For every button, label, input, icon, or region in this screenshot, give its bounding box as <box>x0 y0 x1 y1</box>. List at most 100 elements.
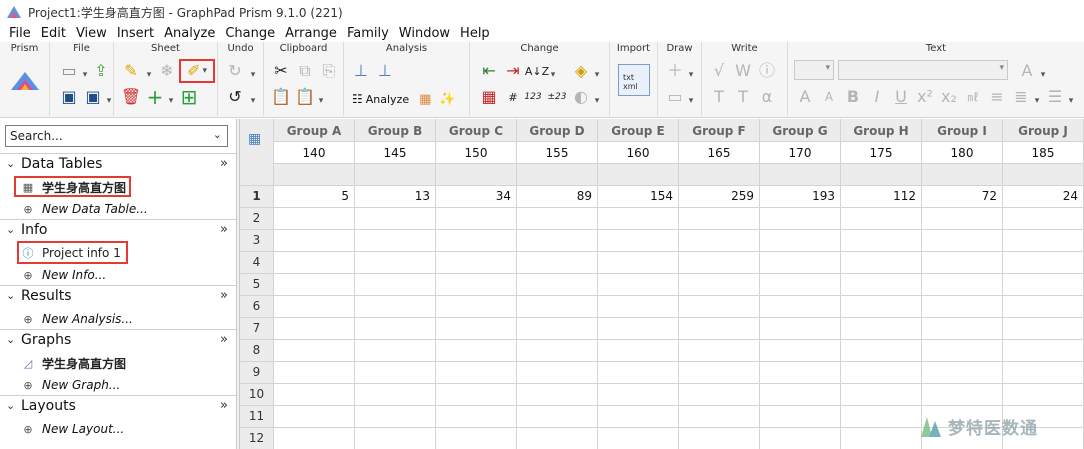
expand-double-chevron-icon[interactable]: » <box>220 156 228 171</box>
table-cell[interactable] <box>841 208 922 230</box>
save-as-icon[interactable]: ▣ <box>82 86 104 108</box>
fill-color-icon[interactable]: ◈ <box>570 60 592 82</box>
paste-icon[interactable]: 📋 <box>270 86 292 108</box>
section-header-data-tables[interactable]: ⌄ Data Tables » <box>0 156 236 174</box>
table-cell[interactable]: 13 <box>355 186 436 208</box>
table-cell[interactable] <box>517 318 598 340</box>
expand-double-chevron-icon[interactable]: » <box>220 398 228 413</box>
column-subheader[interactable] <box>517 164 598 186</box>
table-cell[interactable] <box>760 252 841 274</box>
table-cell[interactable] <box>760 208 841 230</box>
table-cell[interactable] <box>760 428 841 449</box>
row-number[interactable]: 5 <box>240 274 274 296</box>
table-cell[interactable] <box>436 296 517 318</box>
table-cell[interactable] <box>922 296 1003 318</box>
row-number[interactable]: 11 <box>240 406 274 428</box>
table-cell[interactable] <box>679 340 760 362</box>
column-x-value[interactable]: 185 <box>1003 142 1084 164</box>
copy-icon[interactable]: ⧉ <box>294 60 316 82</box>
table-cell[interactable] <box>598 362 679 384</box>
xy-analysis-icon[interactable]: ⊥ <box>374 60 396 82</box>
table-cell[interactable] <box>436 230 517 252</box>
table-cell[interactable] <box>436 362 517 384</box>
superscript-icon[interactable]: x² <box>914 86 936 108</box>
table-cell[interactable] <box>922 340 1003 362</box>
table-cell[interactable] <box>517 296 598 318</box>
pin-icon[interactable]: ✐ ▾ <box>179 59 215 83</box>
move-right-icon[interactable]: ⇥ <box>502 60 524 82</box>
row-number[interactable]: 10 <box>240 384 274 406</box>
column-x-value[interactable]: 160 <box>598 142 679 164</box>
highlight-pen-icon[interactable]: ✎ <box>120 60 142 82</box>
table-cell[interactable] <box>355 318 436 340</box>
collapse-caret-icon[interactable]: ⌄ <box>6 157 15 170</box>
table-cell[interactable] <box>517 274 598 296</box>
table-cell[interactable] <box>436 274 517 296</box>
add-item-icon[interactable]: ⊞ <box>178 86 200 108</box>
table-cell[interactable] <box>598 406 679 428</box>
table-cell[interactable]: 112 <box>841 186 922 208</box>
table-cell[interactable] <box>517 428 598 449</box>
table-cell[interactable] <box>274 252 355 274</box>
table-cell[interactable] <box>355 296 436 318</box>
column-x-value[interactable]: 150 <box>436 142 517 164</box>
column-x-value[interactable]: 145 <box>355 142 436 164</box>
grid-corner-button[interactable]: ▦ <box>240 119 274 186</box>
expand-double-chevron-icon[interactable]: » <box>220 332 228 347</box>
menu-insert[interactable]: Insert <box>112 26 159 41</box>
table-cell[interactable] <box>436 428 517 449</box>
section-header-info[interactable]: ⌄ Info » <box>0 222 236 240</box>
column-title[interactable]: Group A <box>274 119 355 142</box>
font-case-icon[interactable]: ㎖ <box>962 86 984 108</box>
undo-icon[interactable]: ↺ <box>224 86 246 108</box>
table-cell[interactable] <box>1003 296 1084 318</box>
table-cell[interactable] <box>841 274 922 296</box>
table-cell[interactable] <box>436 384 517 406</box>
info-item[interactable]: ⓘ Project info 1 <box>20 244 121 262</box>
table-cell[interactable] <box>355 384 436 406</box>
table-cell[interactable] <box>1003 208 1084 230</box>
chevron-down-icon[interactable]: ▾ <box>314 90 328 112</box>
table-cell[interactable] <box>841 230 922 252</box>
table-cell[interactable] <box>841 362 922 384</box>
text-box-icon[interactable]: T <box>732 86 754 108</box>
font-size-select[interactable]: ▾ <box>794 60 834 80</box>
import-file-icon[interactable]: txt xml <box>618 64 650 96</box>
column-x-value[interactable]: 170 <box>760 142 841 164</box>
color-scheme-icon[interactable]: ◐ <box>570 86 592 108</box>
new-layout-link[interactable]: ⊕ New Layout... <box>20 420 124 438</box>
info-insert-icon[interactable]: ⓘ <box>756 60 778 82</box>
section-header-results[interactable]: ⌄ Results » <box>0 288 236 306</box>
sqrt-icon[interactable]: √ <box>708 60 730 82</box>
table-cell[interactable] <box>679 428 760 449</box>
column-x-value[interactable]: 175 <box>841 142 922 164</box>
table-cell[interactable] <box>922 274 1003 296</box>
chevron-down-icon[interactable]: ▾ <box>142 64 156 86</box>
menu-view[interactable]: View <box>71 26 112 41</box>
table-cell[interactable] <box>679 318 760 340</box>
column-x-value[interactable]: 140 <box>274 142 355 164</box>
table-cell[interactable] <box>517 208 598 230</box>
table-cell[interactable] <box>355 406 436 428</box>
word-icon[interactable]: W <box>732 60 754 82</box>
table-cell[interactable] <box>760 406 841 428</box>
table-cell[interactable] <box>274 318 355 340</box>
table-cell[interactable] <box>1003 252 1084 274</box>
analyze-button[interactable]: ☷ Analyze ▦ ✨ <box>352 88 456 110</box>
new-info-link[interactable]: ⊕ New Info... <box>20 266 106 284</box>
box-tool-icon[interactable]: ▭ <box>664 86 686 108</box>
column-subheader[interactable] <box>274 164 355 186</box>
table-cell[interactable] <box>274 428 355 449</box>
italic-icon[interactable]: I <box>866 86 888 108</box>
table-cell[interactable] <box>436 318 517 340</box>
collapse-caret-icon[interactable]: ⌄ <box>6 333 15 346</box>
table-cell[interactable] <box>679 208 760 230</box>
font-grow-icon[interactable]: A <box>794 86 816 108</box>
table-cell[interactable] <box>760 362 841 384</box>
search-input[interactable]: Search... ⌄ <box>5 125 228 147</box>
table-cell[interactable] <box>841 384 922 406</box>
new-data-table-link[interactable]: ⊕ New Data Table... <box>20 200 147 218</box>
table-analyze-icon[interactable]: ▦ <box>419 92 431 107</box>
table-cell[interactable] <box>841 406 922 428</box>
table-cell[interactable] <box>922 318 1003 340</box>
